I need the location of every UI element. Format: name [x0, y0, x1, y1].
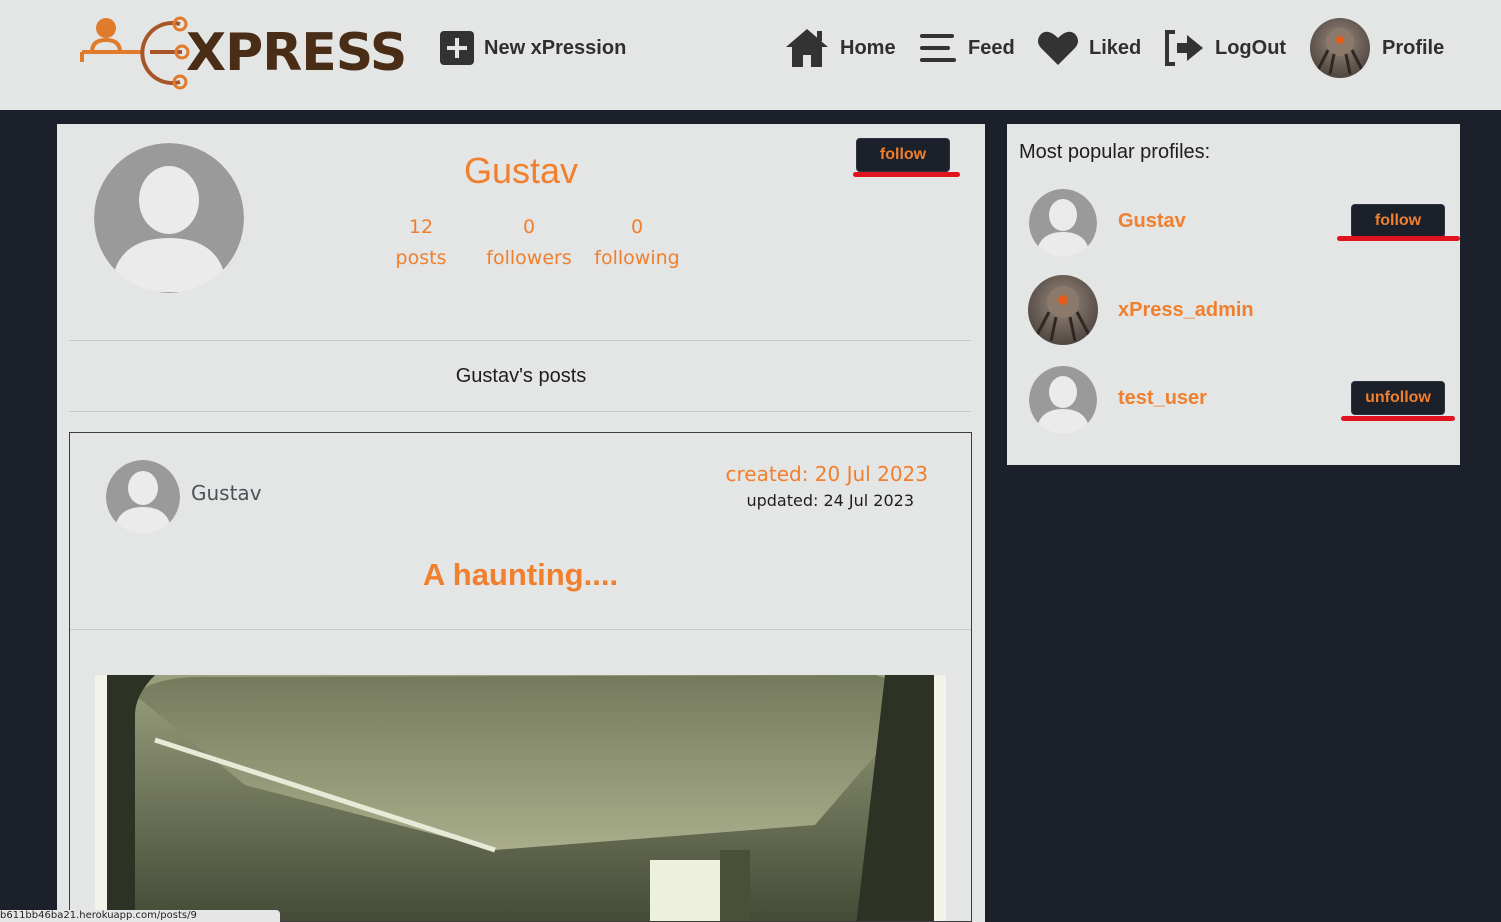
- follow-button[interactable]: follow: [1351, 204, 1445, 238]
- new-xpression-link[interactable]: New xPression: [440, 28, 626, 68]
- popular-profile-name[interactable]: Gustav: [1118, 210, 1186, 233]
- feed-link[interactable]: Feed: [918, 28, 1015, 68]
- stat-followers: 0 followers: [475, 212, 583, 274]
- liked-link[interactable]: Liked: [1037, 28, 1141, 68]
- stat-followers-value: 0: [522, 216, 536, 238]
- profile-stats: 12 posts 0 followers 0 following: [367, 212, 691, 274]
- stat-posts: 12 posts: [367, 212, 475, 274]
- robot-avatar-icon: [1035, 286, 1091, 342]
- unfollow-underline-mark: [1341, 416, 1455, 421]
- follow-underline-mark: [1337, 236, 1460, 241]
- robot-avatar-icon: [1316, 28, 1364, 75]
- divider: [70, 629, 971, 630]
- logo-person-icon: [80, 16, 190, 90]
- post-card[interactable]: Gustav created: 20 Jul 2023 updated: 24 …: [69, 432, 972, 922]
- popular-profile-avatar[interactable]: [1028, 275, 1098, 345]
- home-link[interactable]: Home: [784, 28, 896, 68]
- home-icon: [786, 29, 828, 67]
- post-title[interactable]: A haunting....: [70, 557, 971, 593]
- follow-button[interactable]: follow: [856, 138, 950, 172]
- post-author-name[interactable]: Gustav: [191, 481, 262, 505]
- stat-following-value: 0: [630, 216, 644, 238]
- popular-profile-name[interactable]: xPress_admin: [1118, 299, 1254, 322]
- popular-profiles-title: Most popular profiles:: [1019, 141, 1211, 163]
- profile-link[interactable]: Profile: [1310, 18, 1444, 78]
- popular-profile-name[interactable]: test_user: [1118, 387, 1207, 410]
- stat-following-label: following: [594, 247, 680, 269]
- popular-profile-avatar[interactable]: [1028, 365, 1098, 435]
- default-avatar-icon: [1029, 189, 1097, 257]
- default-avatar-icon: [1029, 366, 1097, 434]
- home-label: Home: [840, 36, 896, 59]
- profile-avatar: [1310, 18, 1370, 78]
- plus-square-icon: [440, 31, 474, 65]
- stat-posts-label: posts: [395, 247, 447, 269]
- logout-label: LogOut: [1215, 36, 1287, 59]
- new-xpression-label: New xPression: [484, 36, 627, 59]
- navbar: XPRESS New xPression Home Feed Liked Log…: [0, 0, 1501, 110]
- haunted-room-image: [95, 675, 946, 921]
- profile-label: Profile: [1382, 36, 1445, 59]
- unfollow-button[interactable]: unfollow: [1351, 381, 1445, 415]
- post-updated-date: updated: 24 Jul 2023: [746, 491, 914, 510]
- popular-profile-avatar[interactable]: [1028, 188, 1098, 258]
- stat-following: 0 following: [583, 212, 691, 274]
- post-image[interactable]: [95, 675, 946, 921]
- default-avatar-icon: [106, 460, 180, 534]
- profile-card: Gustav 12 posts 0 followers 0 following …: [57, 124, 985, 922]
- post-author-avatar[interactable]: [105, 459, 181, 535]
- liked-label: Liked: [1089, 36, 1142, 59]
- follow-underline-mark: [853, 172, 960, 177]
- feed-label: Feed: [968, 36, 1015, 59]
- logo-text: XPRESS: [186, 23, 407, 83]
- posts-heading: Gustav's posts: [455, 365, 587, 387]
- status-bar-url: b611bb46ba21.herokuapp.com/posts/9: [0, 910, 280, 922]
- logout-link[interactable]: LogOut: [1163, 28, 1286, 68]
- profile-name: Gustav: [463, 150, 579, 191]
- sign-out-icon: [1165, 30, 1203, 66]
- bars-icon: [920, 34, 956, 62]
- popular-profiles-panel: Most popular profiles: Gustav follow xPr…: [1007, 124, 1460, 465]
- heart-icon: [1038, 31, 1078, 65]
- divider: [69, 340, 971, 341]
- post-created-date: created: 20 Jul 2023: [725, 462, 928, 486]
- divider: [69, 411, 971, 412]
- stat-followers-label: followers: [486, 247, 572, 269]
- xpress-logo[interactable]: XPRESS: [78, 16, 407, 90]
- stat-posts-value: 12: [408, 216, 434, 238]
